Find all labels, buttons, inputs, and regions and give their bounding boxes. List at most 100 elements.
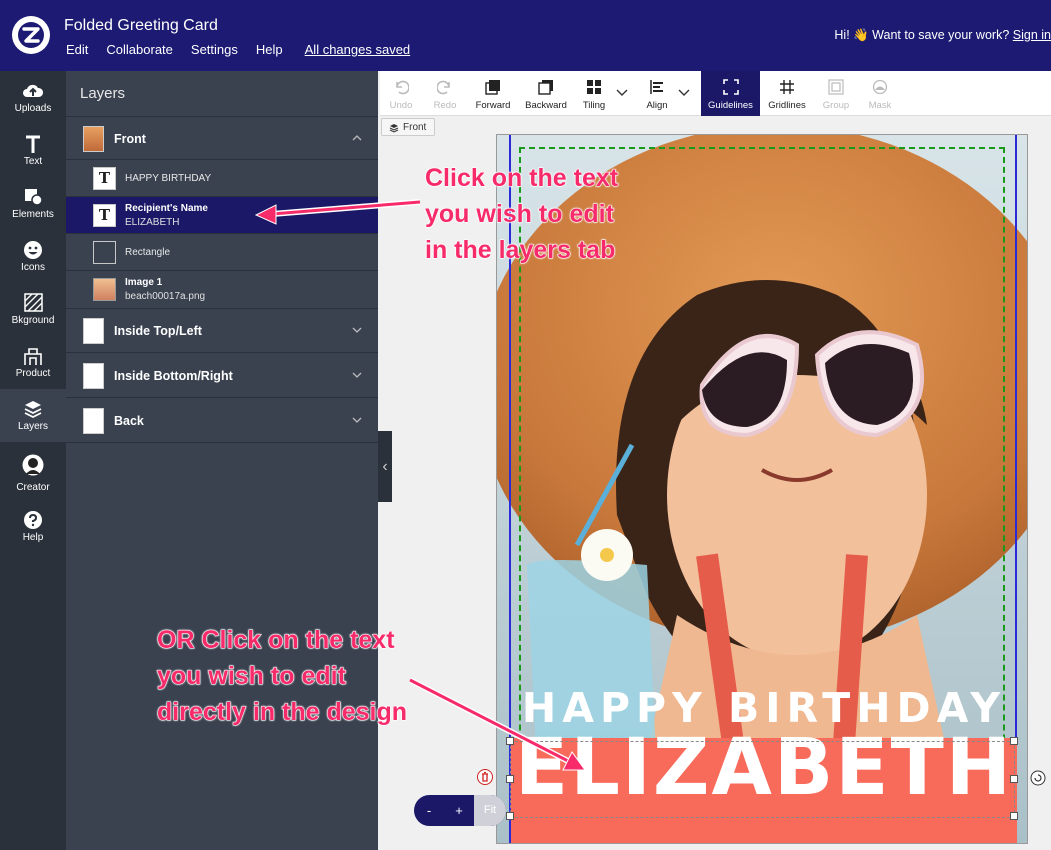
mask-button[interactable]: Mask bbox=[858, 71, 902, 116]
gridlines-button[interactable]: Gridlines bbox=[762, 71, 812, 116]
tiling-dropdown-chevron-icon[interactable] bbox=[616, 87, 628, 97]
backward-label: Backward bbox=[525, 100, 567, 111]
group-thumbnail bbox=[83, 318, 104, 344]
annotation-line: you wish to edit bbox=[424, 200, 614, 229]
layer-group-inside-top-left[interactable]: Inside Top/Left bbox=[66, 309, 378, 353]
rail-label: Help bbox=[22, 532, 44, 543]
layer-group-back[interactable]: Back bbox=[66, 399, 378, 443]
annotation-line: Click on the text bbox=[424, 164, 619, 193]
rail-item-icons[interactable]: Icons bbox=[0, 230, 66, 283]
layer-row[interactable]: T HAPPY BIRTHDAY bbox=[66, 160, 378, 197]
guidelines-button[interactable]: Guidelines bbox=[701, 71, 760, 116]
layer-row[interactable]: Rectangle bbox=[66, 234, 378, 271]
align-dropdown-chevron-icon[interactable] bbox=[678, 87, 690, 97]
layer-row[interactable]: Image 1 beach00017a.png bbox=[66, 271, 378, 309]
collapse-panel-button[interactable]: ‹ bbox=[378, 431, 392, 502]
rail-item-uploads[interactable]: Uploads bbox=[0, 71, 66, 124]
text-layer-icon: T bbox=[93, 167, 116, 190]
redo-button[interactable]: Redo bbox=[422, 71, 468, 116]
image-layer-thumbnail bbox=[93, 278, 116, 301]
tiling-button[interactable]: Tiling bbox=[576, 71, 612, 116]
rectangle-layer-icon bbox=[93, 241, 116, 264]
layer-group-front[interactable]: Front bbox=[66, 116, 378, 160]
chevron-down-icon[interactable] bbox=[352, 415, 362, 425]
align-button[interactable]: Align bbox=[640, 71, 674, 116]
resize-handle[interactable] bbox=[1010, 737, 1018, 745]
group-name: Back bbox=[114, 414, 144, 428]
group-thumbnail bbox=[83, 363, 104, 389]
side-selector-chip[interactable]: Front bbox=[381, 118, 435, 136]
undo-button[interactable]: Undo bbox=[380, 71, 422, 116]
layer-row-selected[interactable]: T Recipient's Name ELIZABETH bbox=[66, 197, 378, 234]
rail-label: Layers bbox=[17, 421, 48, 432]
undo-icon bbox=[396, 80, 409, 95]
tiling-icon bbox=[587, 80, 601, 94]
resize-handle[interactable] bbox=[506, 775, 514, 783]
forward-button[interactable]: Forward bbox=[470, 71, 516, 116]
chevron-down-icon[interactable] bbox=[352, 370, 362, 380]
redo-label: Redo bbox=[433, 100, 457, 111]
rail-item-help[interactable]: Help bbox=[0, 500, 66, 553]
selection-box bbox=[510, 741, 1015, 818]
product-icon bbox=[24, 348, 42, 365]
layer-name: beach00017a.png bbox=[125, 291, 206, 302]
cloud-upload-icon bbox=[23, 84, 44, 97]
rail-item-text[interactable]: Text bbox=[0, 124, 66, 177]
rail-label: Creator bbox=[16, 482, 50, 493]
smiley-icon bbox=[24, 241, 42, 259]
editor-toolbar: Undo Redo Forward Backward Tiling Align … bbox=[380, 71, 1051, 116]
zoom-controls: - + Fit bbox=[414, 795, 506, 826]
align-icon bbox=[650, 80, 663, 94]
main-menu: Edit Collaborate Settings Help All chang… bbox=[66, 42, 428, 57]
tool-rail: Uploads Text Elements Icons Bkground Pro… bbox=[0, 71, 66, 850]
undo-label: Undo bbox=[389, 100, 413, 111]
elements-icon bbox=[25, 189, 43, 206]
rail-label: Uploads bbox=[14, 103, 52, 114]
resize-handle[interactable] bbox=[1010, 812, 1018, 820]
app-logo[interactable] bbox=[12, 16, 50, 54]
menu-settings[interactable]: Settings bbox=[191, 42, 238, 57]
backward-button[interactable]: Backward bbox=[520, 71, 572, 116]
annotation-top: Click on the text you wish to edit in th… bbox=[424, 160, 619, 268]
save-prompt: Hi! 👋 Want to save your work? Sign in bbox=[834, 28, 1051, 43]
text-icon bbox=[26, 135, 40, 153]
document-title[interactable]: Folded Greeting Card bbox=[64, 17, 218, 35]
text-layer-icon: T bbox=[93, 204, 116, 227]
chevron-up-icon[interactable] bbox=[352, 133, 362, 143]
menu-help[interactable]: Help bbox=[256, 42, 283, 57]
group-label: Group bbox=[822, 100, 850, 111]
zoom-in-button[interactable]: + bbox=[444, 795, 474, 826]
layer-label: Image 1 bbox=[125, 277, 163, 288]
group-button[interactable]: Group bbox=[814, 71, 858, 116]
rail-item-layers[interactable]: Layers bbox=[0, 389, 66, 442]
zoom-out-button[interactable]: - bbox=[414, 795, 444, 826]
rail-item-creator[interactable]: Creator bbox=[0, 447, 66, 500]
gridlines-icon bbox=[780, 80, 794, 94]
resize-handle[interactable] bbox=[506, 737, 514, 745]
layers-icon bbox=[389, 124, 399, 133]
layer-label: Recipient's Name bbox=[125, 203, 208, 214]
chevron-left-icon: ‹ bbox=[382, 458, 388, 475]
delete-icon[interactable] bbox=[477, 769, 493, 785]
chevron-down-icon[interactable] bbox=[352, 325, 362, 335]
rail-item-elements[interactable]: Elements bbox=[0, 177, 66, 230]
redo-icon bbox=[437, 80, 450, 95]
rail-item-product[interactable]: Product bbox=[0, 336, 66, 389]
rotate-icon[interactable] bbox=[1030, 770, 1046, 786]
mask-icon bbox=[872, 79, 888, 95]
rail-label: Text bbox=[23, 156, 43, 167]
layers-panel-title: Layers bbox=[80, 85, 126, 102]
zoom-fit-button[interactable]: Fit bbox=[474, 795, 506, 826]
menu-collaborate[interactable]: Collaborate bbox=[106, 42, 173, 57]
annotation-line: in the layers tab bbox=[424, 236, 616, 265]
tiling-label: Tiling bbox=[582, 100, 606, 111]
menu-edit[interactable]: Edit bbox=[66, 42, 88, 57]
sign-in-link[interactable]: Sign in bbox=[1013, 28, 1051, 42]
layers-panel: Layers Front T HAPPY BIRTHDAY T Recipien… bbox=[66, 71, 378, 850]
resize-handle[interactable] bbox=[1010, 775, 1018, 783]
layer-group-inside-bottom-right[interactable]: Inside Bottom/Right bbox=[66, 354, 378, 398]
resize-handle[interactable] bbox=[506, 812, 514, 820]
creator-icon bbox=[22, 454, 44, 476]
rail-item-background[interactable]: Bkground bbox=[0, 283, 66, 336]
saved-status-link[interactable]: All changes saved bbox=[305, 42, 411, 57]
